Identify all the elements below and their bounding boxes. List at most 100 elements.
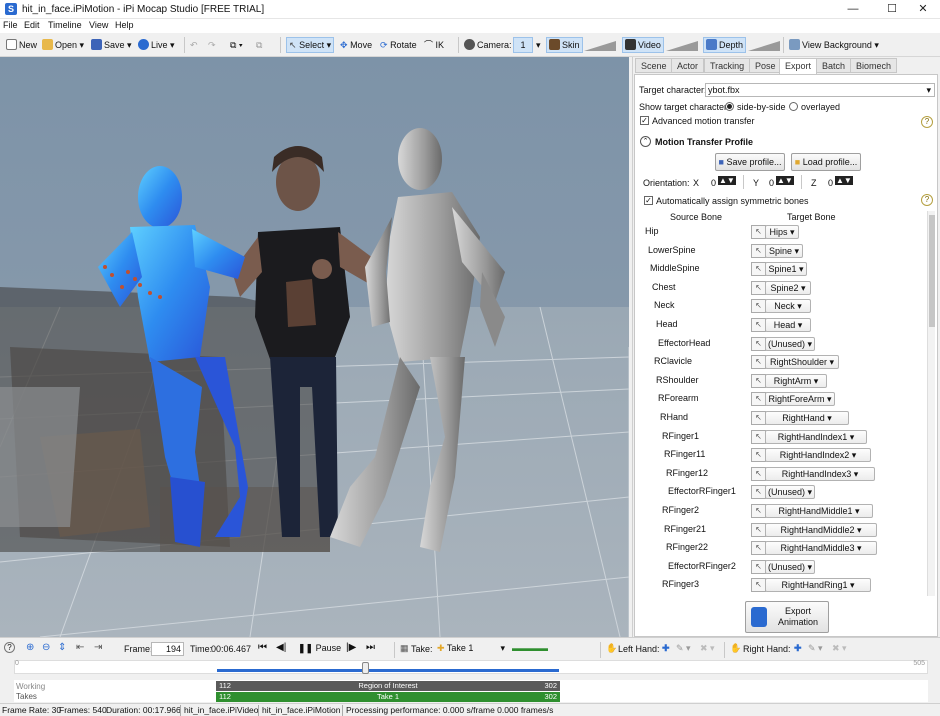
mark-out-icon[interactable]: ⇥ <box>92 640 104 656</box>
menu-edit[interactable]: Edit <box>24 20 40 30</box>
orientation-z-value[interactable]: 0 <box>828 178 833 188</box>
tab-batch[interactable]: Batch <box>816 58 852 73</box>
new-button[interactable]: New <box>4 37 39 53</box>
pick-bone-icon[interactable]: ↖ <box>751 299 766 314</box>
video-opacity-slider[interactable] <box>666 41 698 51</box>
tab-export[interactable]: Export <box>779 58 818 75</box>
right-hand-add-icon[interactable]: ✚ <box>792 640 804 656</box>
target-bone-select[interactable]: RightHandMiddle1 ▾ <box>765 504 873 518</box>
target-character-select[interactable]: ybot.fbx ▾ <box>705 83 935 97</box>
undo-icon[interactable]: ↶ <box>188 37 200 53</box>
video-toggle[interactable]: Video <box>622 37 664 53</box>
skin-opacity-slider[interactable] <box>584 41 616 51</box>
target-bone-select[interactable]: RightHandIndex1 ▾ <box>765 429 867 444</box>
bone-list-scrollbar[interactable] <box>927 211 935 596</box>
target-bone-select[interactable]: Head ▾ <box>765 318 811 332</box>
y-stepper[interactable]: ▲▼ <box>776 176 794 185</box>
save-profile-button[interactable]: ■ Save profile... <box>715 153 785 171</box>
tab-biomech[interactable]: Biomech <box>850 58 898 73</box>
target-bone-select[interactable]: RightArm ▾ <box>765 373 827 388</box>
scrollbar-thumb[interactable] <box>929 215 935 327</box>
orientation-x-value[interactable]: 0 <box>711 178 716 188</box>
redo-icon[interactable]: ↷ <box>206 37 218 53</box>
depth-opacity-slider[interactable] <box>748 41 780 51</box>
load-profile-button[interactable]: ■ Load profile... <box>791 153 861 171</box>
take-tools-icon[interactable]: ▬▬▬▬ <box>510 640 550 656</box>
pick-bone-icon[interactable]: ↖ <box>751 411 766 425</box>
mark-in-icon[interactable]: ⇤ <box>74 640 86 656</box>
step-forward-icon[interactable]: |▶ <box>344 640 358 656</box>
target-bone-select[interactable]: Spine2 ▾ <box>765 280 811 295</box>
left-hand-add-icon[interactable]: ✚ <box>660 640 672 656</box>
side-by-side-radio[interactable] <box>725 102 734 111</box>
pick-bone-icon[interactable]: ↖ <box>751 336 766 351</box>
target-bone-select[interactable]: (Unused) ▾ <box>765 485 815 500</box>
collapse-icon[interactable]: ⌃ <box>640 136 651 147</box>
pick-bone-icon[interactable]: ↖ <box>751 541 766 556</box>
pick-bone-icon[interactable]: ↖ <box>751 429 766 444</box>
camera-number[interactable]: 1 <box>513 37 533 53</box>
save-button[interactable]: Save ▾ <box>89 37 134 53</box>
view-background-button[interactable]: View Background ▾ <box>787 37 881 53</box>
target-bone-select[interactable]: RightHandRing1 ▾ <box>765 578 871 593</box>
target-bone-select[interactable]: Hips ▾ <box>765 225 799 239</box>
go-to-start-icon[interactable]: ⏮ <box>256 640 269 656</box>
target-bone-select[interactable]: (Unused) ▾ <box>765 336 815 351</box>
z-stepper[interactable]: ▲▼ <box>835 176 853 185</box>
3d-viewport[interactable] <box>0 57 629 637</box>
live-button[interactable]: Live ▾ <box>136 37 177 53</box>
target-bone-select[interactable]: RightForeArm ▾ <box>765 392 835 407</box>
take-bar[interactable]: 112 Take 1 302 <box>216 692 560 702</box>
pick-bone-icon[interactable]: ↖ <box>751 578 766 593</box>
target-bone-select[interactable]: RightHandMiddle2 ▾ <box>765 522 877 537</box>
pick-bone-icon[interactable]: ↖ <box>751 504 766 518</box>
rotate-tool-button[interactable]: ⟳ Rotate <box>378 37 419 53</box>
maximize-button[interactable]: ☐ <box>875 0 909 19</box>
tab-pose[interactable]: Pose <box>749 58 782 73</box>
step-back-icon[interactable]: ◀| <box>274 640 288 656</box>
right-hand-edit-icon[interactable]: ✎ ▾ <box>806 640 825 656</box>
target-bone-select[interactable]: Neck ▾ <box>765 299 811 314</box>
pick-bone-icon[interactable]: ↖ <box>751 448 766 463</box>
zoom-fit-icon[interactable]: ⇕ <box>56 640 68 656</box>
export-animation-button[interactable]: Export Animation <box>745 601 829 633</box>
help-icon[interactable]: ? <box>921 116 933 128</box>
menu-file[interactable]: File <box>3 20 18 30</box>
target-bone-select[interactable]: RightHand ▾ <box>765 411 849 425</box>
target-bone-select[interactable]: RightShoulder ▾ <box>765 355 839 370</box>
pick-bone-icon[interactable]: ↖ <box>751 280 766 295</box>
tab-scene[interactable]: Scene <box>635 58 673 73</box>
target-bone-select[interactable]: (Unused) ▾ <box>765 559 815 574</box>
x-stepper[interactable]: ▲▼ <box>718 176 736 185</box>
pause-button[interactable]: ❚❚ Pause <box>296 640 343 656</box>
target-bone-select[interactable]: RightHandMiddle3 ▾ <box>765 541 877 556</box>
pick-bone-icon[interactable]: ↖ <box>751 559 766 574</box>
target-bone-select[interactable]: Spine ▾ <box>765 243 803 258</box>
ik-tool-button[interactable]: ⌒ IK <box>422 37 446 53</box>
orientation-y-value[interactable]: 0 <box>769 178 774 188</box>
pick-bone-icon[interactable]: ↖ <box>751 262 766 277</box>
advanced-motion-transfer-checkbox[interactable]: ✓ <box>640 116 649 125</box>
target-bone-select[interactable]: RightHandIndex2 ▾ <box>765 448 871 463</box>
playhead-handle[interactable] <box>362 662 369 674</box>
minimize-button[interactable]: — <box>836 0 870 19</box>
left-hand-delete-icon[interactable]: ✖ ▾ <box>698 640 717 656</box>
pick-bone-icon[interactable]: ↖ <box>751 318 766 332</box>
go-to-end-icon[interactable]: ⏭ <box>364 640 377 656</box>
menu-timeline[interactable]: Timeline <box>48 20 82 30</box>
left-hand-edit-icon[interactable]: ✎ ▾ <box>674 640 693 656</box>
tab-actor[interactable]: Actor <box>671 58 705 73</box>
move-tool-button[interactable]: ✥ Move <box>338 37 374 53</box>
close-button[interactable]: ✕ <box>906 0 940 19</box>
help-icon[interactable]: ? <box>4 642 15 653</box>
frame-input[interactable]: 194 <box>151 642 184 656</box>
take-select[interactable]: ✚ Take 1 ▾ <box>435 642 507 656</box>
target-bone-select[interactable]: Spine1 ▾ <box>765 262 807 277</box>
help-icon[interactable]: ? <box>921 194 933 206</box>
region-of-interest-bar[interactable]: 112 Region of Interest 302 <box>216 681 560 691</box>
auto-symmetric-checkbox[interactable]: ✓ <box>644 196 653 205</box>
paste-icon[interactable]: ⧉ <box>254 37 264 53</box>
tab-tracking[interactable]: Tracking <box>704 58 751 73</box>
menu-help[interactable]: Help <box>115 20 134 30</box>
pick-bone-icon[interactable]: ↖ <box>751 522 766 537</box>
